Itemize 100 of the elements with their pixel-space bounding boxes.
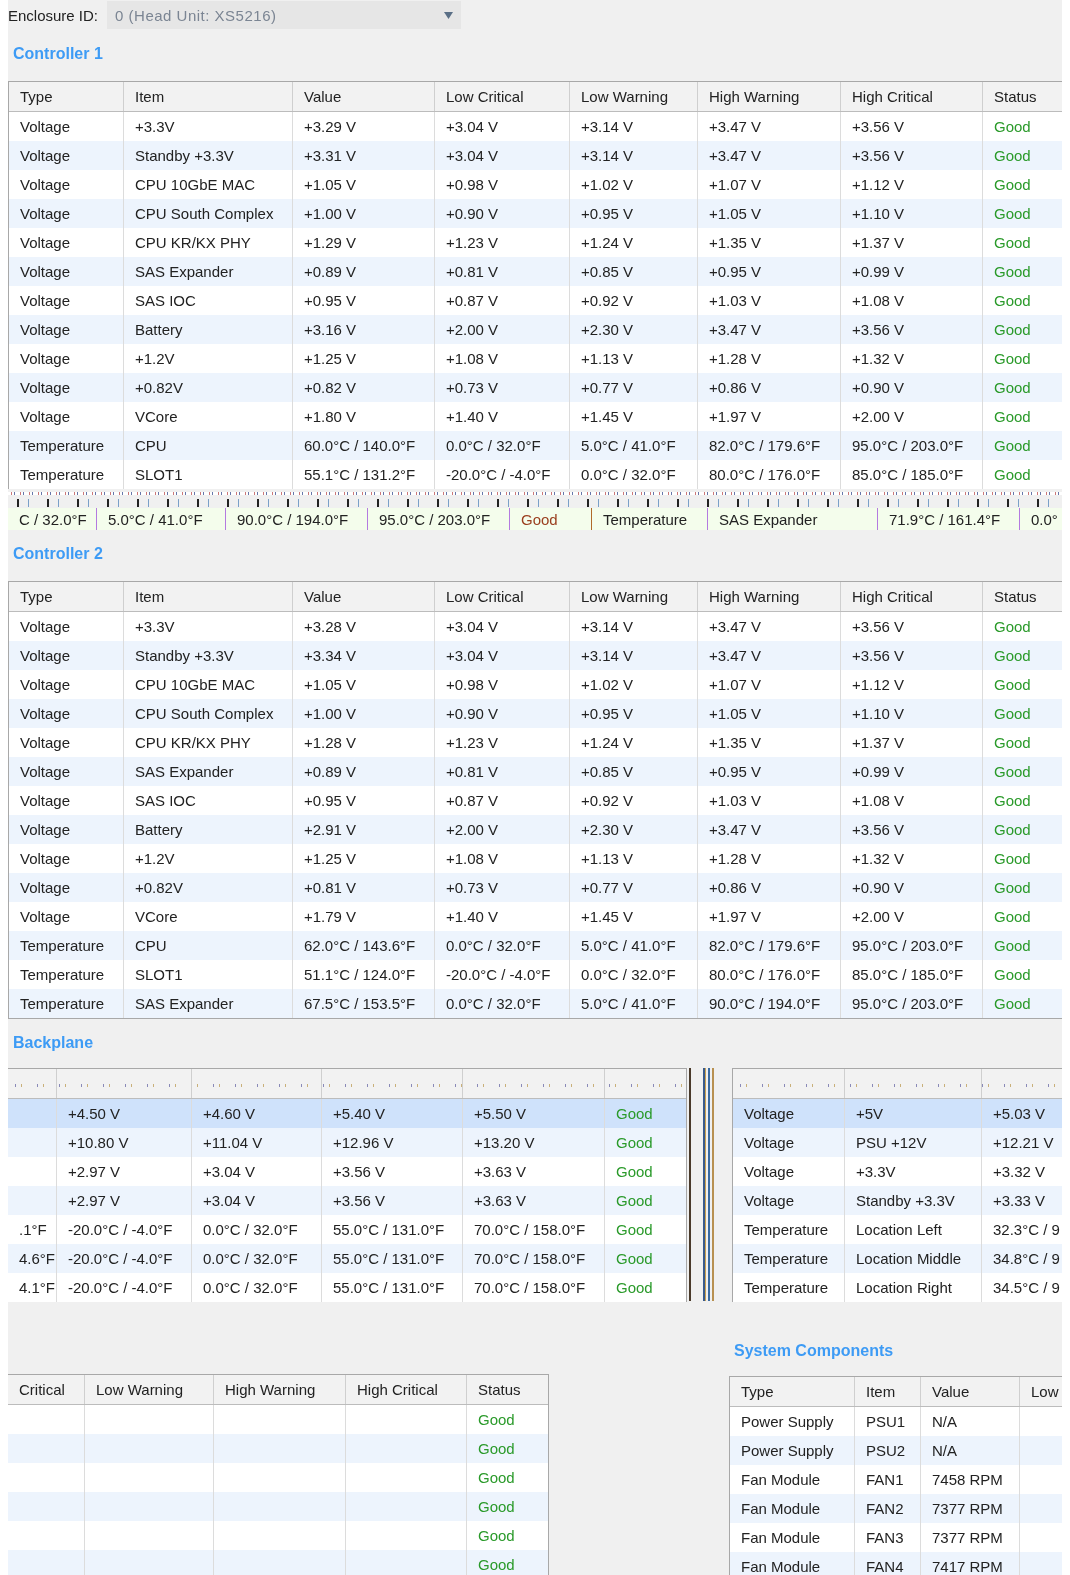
table-cell: +3.04 V: [203, 1192, 256, 1209]
status-text: Good: [994, 705, 1031, 722]
table-cell: PSU2: [866, 1442, 906, 1459]
table-cell: Temperature: [603, 510, 688, 528]
status-text: Good: [478, 1469, 515, 1486]
table-cell: +3.63 V: [474, 1163, 527, 1180]
table-cell: +1.25 V: [304, 850, 357, 867]
table-cell: Power Supply: [741, 1442, 834, 1459]
table-cell: Temperature: [744, 1279, 829, 1296]
table-row[interactable]: Voltage PSU +12V +12.21 V: [733, 1128, 1062, 1157]
table-row[interactable]: Voltage +5V +5.03 V: [733, 1099, 1062, 1128]
table-cell: 82.0°C / 179.6°F: [709, 937, 821, 954]
table-cell: +2.97 V: [68, 1192, 121, 1209]
table-cell: +1.35 V: [709, 734, 762, 751]
table-cell: +0.81 V: [446, 263, 499, 280]
table-row[interactable]: Temperature Location Right 34.5°C / 9: [733, 1273, 1062, 1302]
table-cell: Location Right: [856, 1279, 952, 1296]
table-row[interactable]: Voltage Standby +3.3V +3.33 V: [733, 1186, 1062, 1215]
table-cell: +1.28 V: [709, 350, 762, 367]
table-cell: -20.0°C / -4.0°F: [68, 1250, 173, 1267]
table-cell: 82.0°C / 179.6°F: [709, 437, 821, 454]
table-cell: +1.28 V: [709, 850, 762, 867]
status-text: Good: [994, 466, 1031, 483]
table-cell: Voltage: [20, 879, 71, 896]
table-cell: Temperature: [20, 937, 105, 954]
table-cell: +1.32 V: [852, 350, 905, 367]
status-text: Good: [994, 937, 1031, 954]
status-text: Good: [994, 676, 1031, 693]
table-cell: +2.00 V: [852, 408, 905, 425]
column-header: Item: [124, 82, 293, 111]
table-cell: 0.0°C / 32.0°F: [581, 466, 676, 483]
table-row[interactable]: 4.6°F -20.0°C / -4.0°F 0.0°C / 32.0°F 55.0°C / 131.0°F 70.0°C / 158.0°F Good: [8, 1244, 686, 1273]
status-text: Good: [994, 966, 1031, 983]
table-cell: PSU +12V: [856, 1134, 927, 1151]
table-cell: +12.21 V: [993, 1134, 1054, 1151]
table-cell: +0.92 V: [581, 792, 634, 809]
table-cell: 0.0°C / 32.0°F: [446, 995, 541, 1012]
status-text: Good: [994, 850, 1031, 867]
table-row[interactable]: +10.80 V +11.04 V +12.96 V +13.20 V Good: [8, 1128, 686, 1157]
table-cell: FAN1: [866, 1471, 904, 1488]
table-cell: 5.0°C / 41.0°F: [581, 995, 676, 1012]
table-cell: +0.87 V: [446, 792, 499, 809]
table-cell: +1.97 V: [709, 408, 762, 425]
status-text: Good: [616, 1221, 653, 1238]
table-cell: 80.0°C / 176.0°F: [709, 466, 821, 483]
table-cell: 80.0°C / 176.0°F: [709, 966, 821, 983]
table-cell: +0.95 V: [581, 205, 634, 222]
table-cell: +1.03 V: [709, 292, 762, 309]
table-cell: +3.14 V: [581, 147, 634, 164]
table-cell: 7458 RPM: [932, 1471, 1003, 1488]
table-cell: Voltage: [20, 763, 71, 780]
status-text: Good: [994, 618, 1031, 635]
table-cell: +2.91 V: [304, 821, 357, 838]
table-cell: 0.0°C / 32.0°F: [446, 937, 541, 954]
table-cell: +1.45 V: [581, 908, 634, 925]
table-cell: +2.00 V: [446, 821, 499, 838]
table-cell: +12.96 V: [333, 1134, 394, 1151]
table-cell: +1.29 V: [304, 234, 357, 251]
status-text: Good: [994, 792, 1031, 809]
table-cell: +1.25 V: [304, 350, 357, 367]
table-cell: CPU 10GbE MAC: [135, 676, 256, 693]
status-text: Good: [994, 734, 1031, 751]
table-cell: SLOT1: [135, 466, 183, 483]
table-row[interactable]: +2.97 V +3.04 V +3.56 V +3.63 V Good: [8, 1186, 686, 1215]
column-header: Type: [9, 582, 124, 611]
table-cell: +3.47 V: [709, 118, 762, 135]
table-cell: FAN2: [866, 1500, 904, 1517]
column-header: Status: [477, 1380, 522, 1400]
column-header: Low: [1030, 1382, 1060, 1402]
table-cell: +1.12 V: [852, 676, 905, 693]
table-cell: +0.81 V: [304, 879, 357, 896]
table-cell: Temperature: [20, 466, 105, 483]
table-cell: CPU 10GbE MAC: [135, 176, 256, 193]
table-cell: 95.0°C / 203.0°F: [379, 510, 491, 528]
table-cell: +1.24 V: [581, 234, 634, 251]
table-cell: +0.99 V: [852, 263, 905, 280]
table-cell: FAN4: [866, 1558, 904, 1575]
status-text: Good: [994, 379, 1031, 396]
table-row[interactable]: Temperature Location Middle 34.8°C / 9: [733, 1244, 1062, 1273]
column-header: Status: [993, 87, 1038, 107]
table-cell: +1.03 V: [709, 792, 762, 809]
status-text: Good: [994, 995, 1031, 1012]
table-cell: +13.20 V: [474, 1134, 535, 1151]
table-row[interactable]: +4.50 V +4.60 V +5.40 V +5.50 V Good: [8, 1099, 686, 1128]
table-cell: 90.0°C / 194.0°F: [709, 995, 821, 1012]
table-cell: +3.04 V: [446, 618, 499, 635]
table-cell: +4.50 V: [68, 1105, 121, 1122]
table-cell: 51.1°C / 124.0°F: [304, 966, 416, 983]
table-cell: +0.90 V: [852, 879, 905, 896]
table-cell: Voltage: [20, 234, 71, 251]
table-cell: Voltage: [20, 205, 71, 222]
table-cell: 55.0°C / 131.0°F: [333, 1279, 445, 1296]
table-cell: +3.31 V: [304, 147, 357, 164]
table-cell: Standby +3.3V: [856, 1192, 955, 1209]
table-cell: Voltage: [20, 792, 71, 809]
table-cell: Fan Module: [741, 1500, 821, 1517]
table-cell: Voltage: [20, 321, 71, 338]
table-cell: +1.24 V: [581, 734, 634, 751]
table-cell: +3.14 V: [581, 647, 634, 664]
table-row[interactable]: 4.1°F -20.0°C / -4.0°F 0.0°C / 32.0°F 55.0°C / 131.0°F 70.0°C / 158.0°F Good: [8, 1273, 686, 1302]
